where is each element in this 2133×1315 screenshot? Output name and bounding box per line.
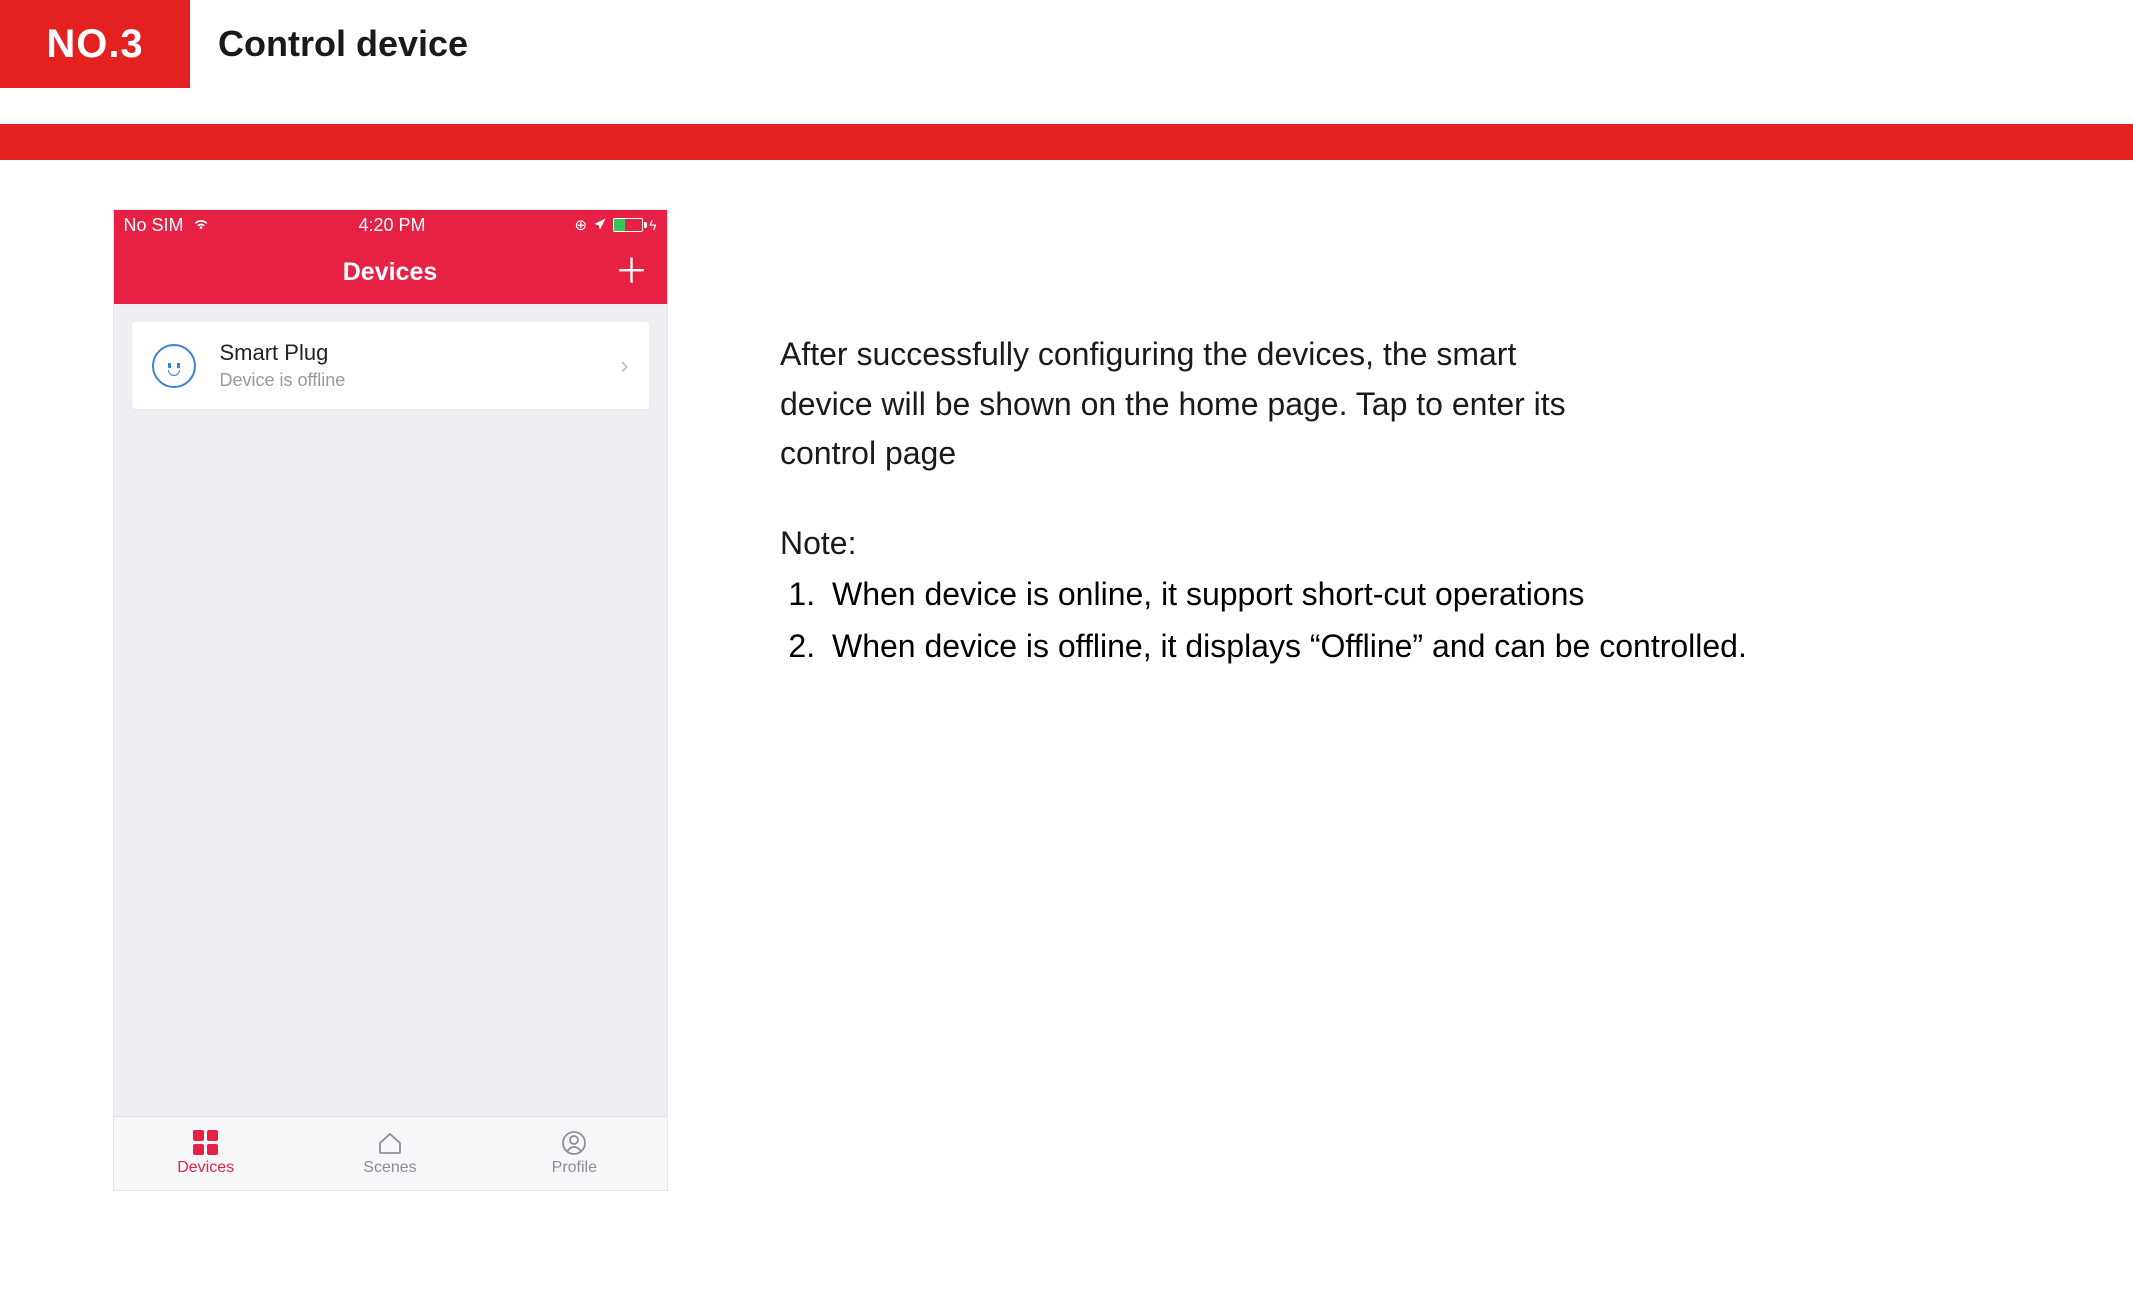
nav-title: Devices [343,258,438,287]
tab-scenes[interactable]: Scenes [298,1117,482,1190]
wifi-icon [192,215,210,236]
orientation-lock-icon: ⊕ [575,216,588,234]
device-info: Smart Plug Device is offline [220,340,621,391]
note-item-1: When device is online, it support short-… [824,570,1933,620]
profile-icon [560,1131,588,1155]
note-heading: Note: [780,519,1600,569]
status-time: 4:20 PM [358,215,425,236]
battery-icon [613,218,643,232]
note-list: When device is online, it support short-… [780,570,1933,671]
status-bar: No SIM 4:20 PM ⊕ ϟ [114,210,667,240]
device-status: Device is offline [220,370,621,391]
header-row: NO.3 Control device [0,0,2133,88]
intro-paragraph: After successfully configuring the devic… [780,330,1600,479]
tab-label-devices: Devices [177,1159,234,1177]
divider-bar [0,124,2133,160]
location-icon [593,215,607,236]
description-column: After successfully configuring the devic… [780,210,2133,674]
phone-column: No SIM 4:20 PM ⊕ ϟ Devices ＋ [0,210,780,1190]
device-card-smart-plug[interactable]: Smart Plug Device is offline › [132,322,649,409]
carrier-label: No SIM [124,215,184,236]
nav-bar: Devices ＋ [114,240,667,304]
phone-mockup: No SIM 4:20 PM ⊕ ϟ Devices ＋ [114,210,667,1190]
status-right: ⊕ ϟ [575,215,657,236]
tab-label-profile: Profile [552,1159,597,1177]
smart-plug-icon [152,344,196,388]
device-list: Smart Plug Device is offline › [114,304,667,1116]
device-name: Smart Plug [220,340,621,366]
tab-devices[interactable]: Devices [114,1117,298,1190]
section-badge: NO.3 [0,0,190,88]
devices-grid-icon [192,1131,220,1155]
content-area: No SIM 4:20 PM ⊕ ϟ Devices ＋ [0,160,2133,1190]
note-item-2: When device is offline, it displays “Off… [824,622,1933,672]
tab-label-scenes: Scenes [363,1159,416,1177]
charging-icon: ϟ [649,217,656,233]
status-left: No SIM [124,215,210,236]
tab-bar: Devices Scenes Profile [114,1116,667,1190]
chevron-right-icon: › [621,352,629,380]
tab-profile[interactable]: Profile [482,1117,666,1190]
add-device-button[interactable]: ＋ [615,255,649,289]
page-title: Control device [218,23,468,65]
home-icon [376,1131,404,1155]
